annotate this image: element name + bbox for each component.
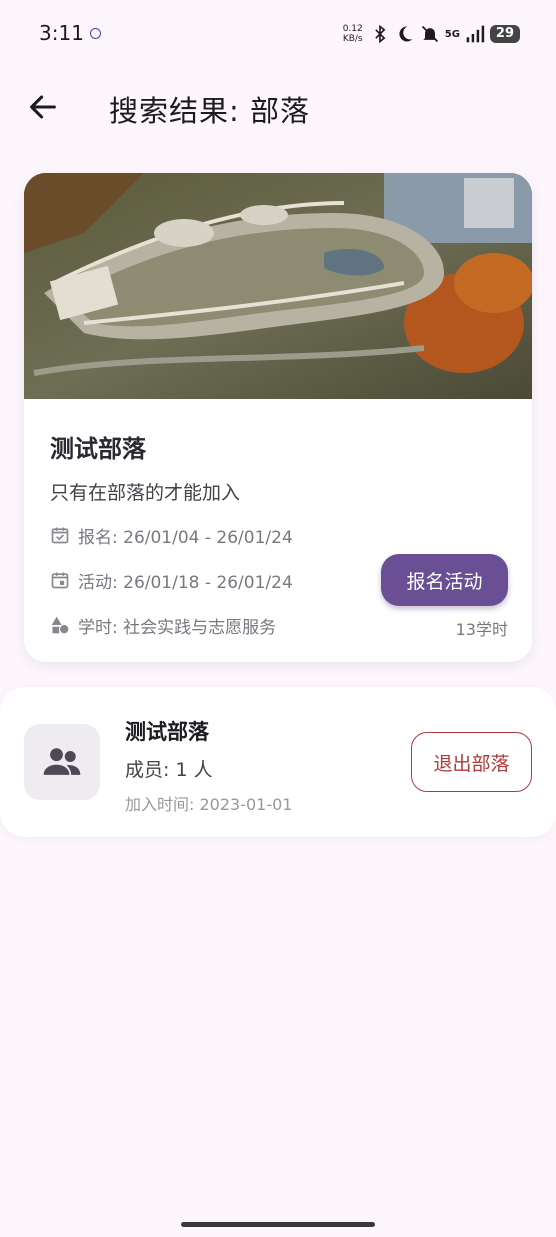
activity-title: 测试部落 — [50, 435, 146, 463]
bluetooth-icon — [374, 24, 386, 44]
activity-card[interactable]: 测试部落 只有在部落的才能加入 报名: 26/01/04 - 26/01/24 … — [24, 173, 532, 662]
tribe-card[interactable]: 测试部落 成员: 1 人 加入时间: 2023-01-01 退出部落 — [0, 687, 556, 837]
silent-icon — [421, 25, 438, 43]
hours-category: 学时: 社会实践与志愿服务 — [78, 617, 277, 638]
activity-cover-image — [24, 173, 532, 399]
shapes-icon — [51, 616, 69, 634]
tribe-member-count: 成员: 1 人 — [125, 759, 213, 781]
status-time: 3:11 — [39, 21, 84, 45]
moon-icon — [399, 26, 413, 42]
app-bar: 搜索结果: 部落 — [0, 80, 556, 136]
tribe-name: 测试部落 — [125, 720, 209, 744]
signup-activity-button[interactable]: 报名活动 — [381, 554, 508, 606]
calendar-icon — [51, 572, 69, 589]
net-speed-unit: KB/s — [342, 34, 363, 44]
home-indicator[interactable] — [181, 1222, 375, 1227]
signup-period: 报名: 26/01/04 - 26/01/24 — [78, 527, 293, 548]
network-type: 5G — [444, 28, 460, 40]
arrow-left-icon[interactable] — [26, 90, 60, 124]
activity-period-row: 活动: 26/01/18 - 26/01/24 — [50, 568, 293, 593]
status-bar: 3:11 0.12 KB/s 5G 29 — [0, 0, 556, 68]
calendar-check-icon — [51, 527, 69, 544]
signup-period-row: 报名: 26/01/04 - 26/01/24 — [50, 523, 293, 548]
hours-value: 13学时 — [455, 620, 508, 639]
tribe-join-date: 加入时间: 2023-01-01 — [125, 795, 293, 814]
notification-icon — [90, 28, 101, 39]
activity-description: 只有在部落的才能加入 — [50, 482, 241, 504]
status-icons: 0.12 KB/s 5G 29 — [341, 20, 520, 48]
net-speed-value: 0.12 — [342, 24, 363, 34]
net-speed: 0.12 KB/s — [341, 24, 365, 44]
exit-tribe-button[interactable]: 退出部落 — [411, 732, 532, 792]
signal-icon — [466, 25, 485, 43]
tribe-avatar — [24, 724, 100, 800]
page-title: 搜索结果: 部落 — [109, 94, 310, 128]
battery-indicator: 29 — [489, 25, 520, 43]
category-row: 学时: 社会实践与志愿服务 — [50, 613, 277, 638]
activity-period: 活动: 26/01/18 - 26/01/24 — [78, 572, 293, 593]
group-icon — [43, 748, 81, 775]
